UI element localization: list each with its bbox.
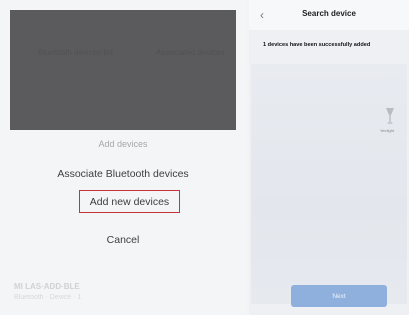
next-button[interactable]: Next [291,285,387,307]
header-faint-text-1: Bluetooth devices list [38,48,114,57]
device-label: Yeelight [380,128,395,133]
device-icon[interactable] [383,106,397,126]
add-devices-sheet: Add devices Associate Bluetooth devices … [0,130,246,315]
sheet-title: Add devices [98,139,148,149]
ghost-text-2: Bluetooth · Device · 1 [14,294,82,301]
device-list-area: Yeelight Next [251,64,407,307]
page-title: Search device [302,9,356,18]
status-message: 1 devices have been successfully added [263,42,371,48]
right-panel: ‹ Search device 1 devices have been succ… [249,0,409,315]
associate-bluetooth-button[interactable]: Associate Bluetooth devices [0,168,246,180]
left-panel: Bluetooth devices list Associated device… [0,0,246,315]
ghost-text-1: MI LAS·ADD·BLE [14,282,80,291]
nav-bar: ‹ Search device [249,0,409,30]
dimmed-header: Bluetooth devices list Associated device… [10,10,236,130]
cancel-button[interactable]: Cancel [0,234,246,246]
add-new-devices-button[interactable]: Add new devices [79,190,180,213]
header-faint-text-2: Associated devices [156,48,225,57]
